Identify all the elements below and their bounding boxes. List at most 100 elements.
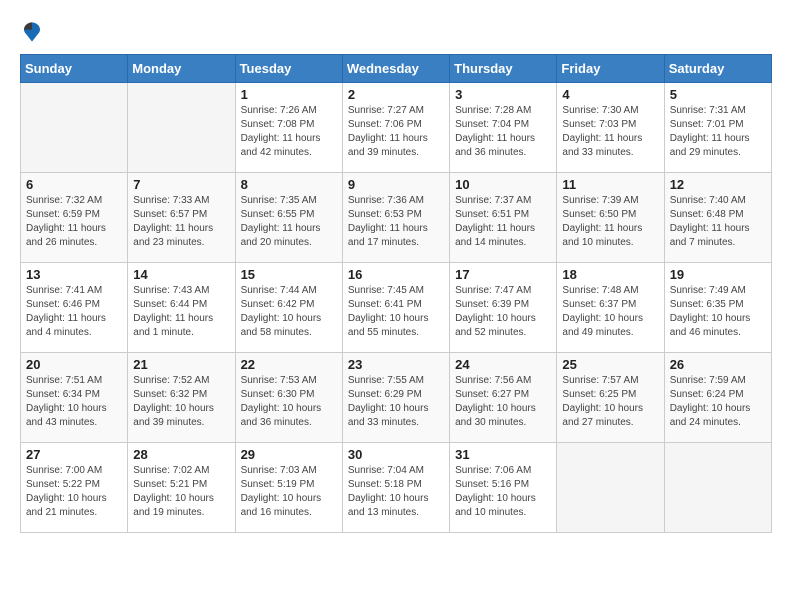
calendar-week-row: 27 Sunrise: 7:00 AM Sunset: 5:22 PM Dayli… bbox=[21, 443, 772, 533]
day-number: 23 bbox=[348, 357, 444, 372]
weekday-header-row: SundayMondayTuesdayWednesdayThursdayFrid… bbox=[21, 55, 772, 83]
calendar-day-cell bbox=[664, 443, 771, 533]
calendar-day-cell: 6 Sunrise: 7:32 AM Sunset: 6:59 PM Daylig… bbox=[21, 173, 128, 263]
calendar-day-cell: 21 Sunrise: 7:52 AM Sunset: 6:32 PM Dayli… bbox=[128, 353, 235, 443]
calendar-day-cell: 10 Sunrise: 7:37 AM Sunset: 6:51 PM Dayli… bbox=[450, 173, 557, 263]
day-info: Sunrise: 7:48 AM Sunset: 6:37 PM Dayligh… bbox=[562, 284, 658, 340]
calendar-week-row: 6 Sunrise: 7:32 AM Sunset: 6:59 PM Daylig… bbox=[21, 173, 772, 263]
weekday-header: Friday bbox=[557, 55, 664, 83]
calendar-day-cell: 7 Sunrise: 7:33 AM Sunset: 6:57 PM Daylig… bbox=[128, 173, 235, 263]
day-info: Sunrise: 7:47 AM Sunset: 6:39 PM Dayligh… bbox=[455, 284, 551, 340]
day-number: 14 bbox=[133, 267, 229, 282]
day-info: Sunrise: 7:04 AM Sunset: 5:18 PM Dayligh… bbox=[348, 464, 444, 520]
day-number: 2 bbox=[348, 87, 444, 102]
day-info: Sunrise: 7:00 AM Sunset: 5:22 PM Dayligh… bbox=[26, 464, 122, 520]
weekday-header: Thursday bbox=[450, 55, 557, 83]
day-number: 25 bbox=[562, 357, 658, 372]
day-info: Sunrise: 7:27 AM Sunset: 7:06 PM Dayligh… bbox=[348, 104, 444, 160]
calendar-day-cell: 3Sunrise: 7:28 AM Sunset: 7:04 PM Daylig… bbox=[450, 83, 557, 173]
calendar-day-cell: 30 Sunrise: 7:04 AM Sunset: 5:18 PM Dayli… bbox=[342, 443, 449, 533]
day-info: Sunrise: 7:30 AM Sunset: 7:03 PM Dayligh… bbox=[562, 104, 658, 160]
calendar-day-cell: 29Sunrise: 7:03 AM Sunset: 5:19 PM Dayli… bbox=[235, 443, 342, 533]
calendar-day-cell: 4 Sunrise: 7:30 AM Sunset: 7:03 PM Daylig… bbox=[557, 83, 664, 173]
calendar-week-row: 20Sunrise: 7:51 AM Sunset: 6:34 PM Dayli… bbox=[21, 353, 772, 443]
day-number: 22 bbox=[241, 357, 337, 372]
page-header bbox=[20, 20, 772, 44]
day-info: Sunrise: 7:39 AM Sunset: 6:50 PM Dayligh… bbox=[562, 194, 658, 250]
day-number: 11 bbox=[562, 177, 658, 192]
calendar-day-cell: 28Sunrise: 7:02 AM Sunset: 5:21 PM Dayli… bbox=[128, 443, 235, 533]
day-info: Sunrise: 7:33 AM Sunset: 6:57 PM Dayligh… bbox=[133, 194, 229, 250]
weekday-header: Tuesday bbox=[235, 55, 342, 83]
day-number: 27 bbox=[26, 447, 122, 462]
day-info: Sunrise: 7:52 AM Sunset: 6:32 PM Dayligh… bbox=[133, 374, 229, 430]
day-number: 6 bbox=[26, 177, 122, 192]
day-number: 4 bbox=[562, 87, 658, 102]
day-number: 26 bbox=[670, 357, 766, 372]
weekday-header: Monday bbox=[128, 55, 235, 83]
calendar-week-row: 13 Sunrise: 7:41 AM Sunset: 6:46 PM Dayli… bbox=[21, 263, 772, 353]
calendar-week-row: 1 Sunrise: 7:26 AM Sunset: 7:08 PM Daylig… bbox=[21, 83, 772, 173]
day-number: 21 bbox=[133, 357, 229, 372]
calendar-day-cell: 12Sunrise: 7:40 AM Sunset: 6:48 PM Dayli… bbox=[664, 173, 771, 263]
calendar-day-cell: 20Sunrise: 7:51 AM Sunset: 6:34 PM Dayli… bbox=[21, 353, 128, 443]
day-info: Sunrise: 7:35 AM Sunset: 6:55 PM Dayligh… bbox=[241, 194, 337, 250]
day-number: 28 bbox=[133, 447, 229, 462]
weekday-header: Wednesday bbox=[342, 55, 449, 83]
day-number: 29 bbox=[241, 447, 337, 462]
day-info: Sunrise: 7:55 AM Sunset: 6:29 PM Dayligh… bbox=[348, 374, 444, 430]
calendar-day-cell: 16 Sunrise: 7:45 AM Sunset: 6:41 PM Dayli… bbox=[342, 263, 449, 353]
day-number: 3 bbox=[455, 87, 551, 102]
weekday-header: Sunday bbox=[21, 55, 128, 83]
day-number: 15 bbox=[241, 267, 337, 282]
day-number: 9 bbox=[348, 177, 444, 192]
day-number: 19 bbox=[670, 267, 766, 282]
calendar-day-cell bbox=[128, 83, 235, 173]
day-info: Sunrise: 7:43 AM Sunset: 6:44 PM Dayligh… bbox=[133, 284, 229, 340]
day-info: Sunrise: 7:51 AM Sunset: 6:34 PM Dayligh… bbox=[26, 374, 122, 430]
day-number: 18 bbox=[562, 267, 658, 282]
day-number: 17 bbox=[455, 267, 551, 282]
calendar-day-cell: 18 Sunrise: 7:48 AM Sunset: 6:37 PM Dayli… bbox=[557, 263, 664, 353]
day-info: Sunrise: 7:40 AM Sunset: 6:48 PM Dayligh… bbox=[670, 194, 766, 250]
calendar-day-cell: 11 Sunrise: 7:39 AM Sunset: 6:50 PM Dayli… bbox=[557, 173, 664, 263]
calendar-day-cell: 5Sunrise: 7:31 AM Sunset: 7:01 PM Daylig… bbox=[664, 83, 771, 173]
day-info: Sunrise: 7:45 AM Sunset: 6:41 PM Dayligh… bbox=[348, 284, 444, 340]
day-number: 13 bbox=[26, 267, 122, 282]
calendar-day-cell: 26Sunrise: 7:59 AM Sunset: 6:24 PM Dayli… bbox=[664, 353, 771, 443]
calendar-day-cell: 23 Sunrise: 7:55 AM Sunset: 6:29 PM Dayli… bbox=[342, 353, 449, 443]
calendar-day-cell: 1 Sunrise: 7:26 AM Sunset: 7:08 PM Daylig… bbox=[235, 83, 342, 173]
day-number: 24 bbox=[455, 357, 551, 372]
day-info: Sunrise: 7:44 AM Sunset: 6:42 PM Dayligh… bbox=[241, 284, 337, 340]
generalblue-icon bbox=[20, 20, 44, 44]
day-info: Sunrise: 7:26 AM Sunset: 7:08 PM Dayligh… bbox=[241, 104, 337, 160]
logo bbox=[20, 20, 48, 44]
day-info: Sunrise: 7:36 AM Sunset: 6:53 PM Dayligh… bbox=[348, 194, 444, 250]
day-info: Sunrise: 7:31 AM Sunset: 7:01 PM Dayligh… bbox=[670, 104, 766, 160]
calendar-day-cell: 27 Sunrise: 7:00 AM Sunset: 5:22 PM Dayli… bbox=[21, 443, 128, 533]
calendar-day-cell: 15 Sunrise: 7:44 AM Sunset: 6:42 PM Dayli… bbox=[235, 263, 342, 353]
day-info: Sunrise: 7:56 AM Sunset: 6:27 PM Dayligh… bbox=[455, 374, 551, 430]
calendar-day-cell: 31 Sunrise: 7:06 AM Sunset: 5:16 PM Dayli… bbox=[450, 443, 557, 533]
day-info: Sunrise: 7:32 AM Sunset: 6:59 PM Dayligh… bbox=[26, 194, 122, 250]
calendar-day-cell: 25Sunrise: 7:57 AM Sunset: 6:25 PM Dayli… bbox=[557, 353, 664, 443]
calendar-day-cell: 22Sunrise: 7:53 AM Sunset: 6:30 PM Dayli… bbox=[235, 353, 342, 443]
calendar-day-cell bbox=[21, 83, 128, 173]
day-number: 7 bbox=[133, 177, 229, 192]
calendar-day-cell: 17 Sunrise: 7:47 AM Sunset: 6:39 PM Dayli… bbox=[450, 263, 557, 353]
day-info: Sunrise: 7:41 AM Sunset: 6:46 PM Dayligh… bbox=[26, 284, 122, 340]
calendar-day-cell: 14 Sunrise: 7:43 AM Sunset: 6:44 PM Dayli… bbox=[128, 263, 235, 353]
calendar-day-cell: 13 Sunrise: 7:41 AM Sunset: 6:46 PM Dayli… bbox=[21, 263, 128, 353]
calendar-day-cell: 8 Sunrise: 7:35 AM Sunset: 6:55 PM Daylig… bbox=[235, 173, 342, 263]
day-number: 16 bbox=[348, 267, 444, 282]
day-number: 8 bbox=[241, 177, 337, 192]
day-number: 31 bbox=[455, 447, 551, 462]
day-info: Sunrise: 7:37 AM Sunset: 6:51 PM Dayligh… bbox=[455, 194, 551, 250]
calendar-day-cell: 9 Sunrise: 7:36 AM Sunset: 6:53 PM Daylig… bbox=[342, 173, 449, 263]
calendar-table: SundayMondayTuesdayWednesdayThursdayFrid… bbox=[20, 54, 772, 533]
day-number: 30 bbox=[348, 447, 444, 462]
day-info: Sunrise: 7:06 AM Sunset: 5:16 PM Dayligh… bbox=[455, 464, 551, 520]
calendar-day-cell: 24 Sunrise: 7:56 AM Sunset: 6:27 PM Dayli… bbox=[450, 353, 557, 443]
day-number: 10 bbox=[455, 177, 551, 192]
day-number: 1 bbox=[241, 87, 337, 102]
